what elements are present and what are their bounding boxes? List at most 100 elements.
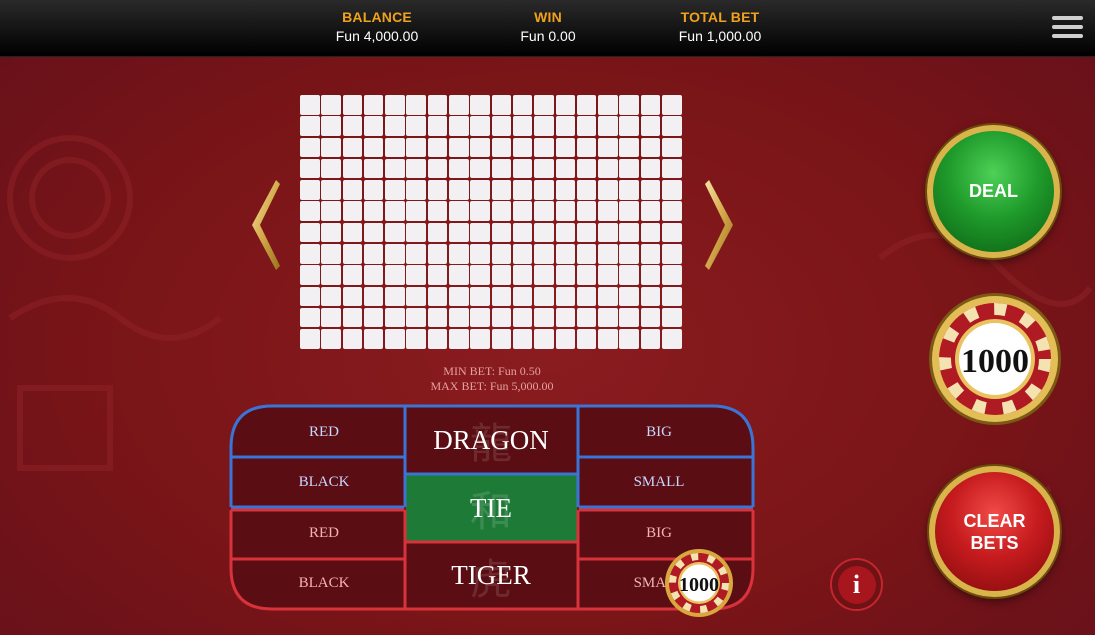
roadmap-cell — [619, 116, 639, 136]
roadmap-cell — [321, 329, 341, 349]
placed-chip[interactable]: 1000 — [664, 548, 734, 623]
roadmap-cell — [555, 222, 576, 243]
roadmap-cell — [555, 116, 576, 136]
roadmap-cell — [342, 137, 363, 158]
roadmap-cell — [470, 116, 490, 136]
roadmap-cell — [640, 180, 661, 200]
roadmap-cell — [662, 180, 682, 200]
balance-stat: BALANCE Fun 4,000.00 — [307, 9, 447, 44]
roadmap-cell — [512, 137, 533, 158]
roadmap-cell — [321, 307, 341, 328]
bet-tiger[interactable]: TIGER — [407, 543, 575, 607]
roadmap-cell — [662, 329, 682, 349]
roadmap-cell — [300, 180, 320, 200]
roadmap-cell — [385, 116, 405, 136]
roadmap-cell — [619, 307, 639, 328]
roadmap-cell — [491, 222, 512, 243]
roadmap-cell — [640, 307, 661, 328]
roadmap-cell — [449, 222, 469, 243]
roadmap-cell — [449, 265, 469, 285]
bet-tiger-red[interactable]: RED — [239, 509, 409, 557]
roadmap-cell — [300, 158, 320, 179]
roadmap-cell — [406, 158, 426, 179]
roadmap-cell — [491, 158, 512, 179]
roadmap-cell — [342, 265, 363, 285]
roadmap-cell — [640, 286, 661, 307]
roadmap-cell — [342, 244, 363, 264]
roadmap-cell — [342, 95, 363, 115]
roadmap-cell — [385, 180, 405, 200]
roadmap-cell — [534, 116, 554, 136]
roadmap-cell — [512, 180, 533, 200]
roadmap-cell — [321, 137, 341, 158]
bet-dragon-black[interactable]: BLACK — [239, 458, 409, 506]
roadmap-cell — [427, 137, 448, 158]
roadmap-cell — [363, 180, 384, 200]
roadmap-prev-arrow-icon[interactable] — [248, 178, 282, 272]
clear-bets-label-line1: CLEAR — [963, 510, 1026, 531]
roadmap-cell — [300, 307, 320, 328]
hamburger-menu-icon[interactable] — [1052, 16, 1083, 42]
deal-button[interactable]: DEAL — [927, 125, 1060, 258]
roadmap-cell — [619, 329, 639, 349]
roadmap-cell — [662, 244, 682, 264]
roadmap-cell — [491, 286, 512, 307]
bet-dragon-red[interactable]: RED — [239, 408, 409, 456]
roadmap-cell — [491, 137, 512, 158]
roadmap-cell — [300, 222, 320, 243]
roadmap-cell — [321, 180, 341, 200]
roadmap-cell — [406, 244, 426, 264]
min-bet-label: MIN BET: Fun 0.50 — [443, 364, 541, 378]
roadmap-cell — [576, 244, 597, 264]
roadmap-cell — [491, 329, 512, 349]
win-stat: WIN Fun 0.00 — [478, 9, 618, 44]
roadmap-cell — [470, 222, 490, 243]
roadmap-cell — [512, 201, 533, 221]
roadmap-cell — [662, 137, 682, 158]
roadmap-cell — [427, 244, 448, 264]
roadmap-cell — [385, 329, 405, 349]
roadmap-cell — [619, 180, 639, 200]
roadmap-cell — [427, 286, 448, 307]
bet-tie[interactable]: TIE — [407, 476, 575, 540]
roadmap-cell — [512, 265, 533, 285]
roadmap-cell — [491, 244, 512, 264]
roadmap-cell — [555, 158, 576, 179]
roadmap-cell — [470, 307, 490, 328]
roadmap-cell — [512, 158, 533, 179]
bet-dragon[interactable]: DRAGON — [407, 408, 575, 472]
clear-bets-button[interactable]: CLEAR BETS — [929, 466, 1060, 597]
roadmap-cell — [619, 137, 639, 158]
roadmap-next-arrow-icon[interactable] — [703, 178, 737, 272]
info-button[interactable]: i — [830, 558, 883, 611]
roadmap-cell — [534, 265, 554, 285]
roadmap-cell — [427, 222, 448, 243]
roadmap-cell — [363, 222, 384, 243]
roadmap-cell — [427, 116, 448, 136]
roadmap-cell — [449, 201, 469, 221]
roadmap-cell — [300, 95, 320, 115]
chip-selector[interactable]: 1000 — [928, 292, 1062, 431]
roadmap-cell — [385, 286, 405, 307]
roadmap-cell — [640, 244, 661, 264]
roadmap-cell — [385, 265, 405, 285]
roadmap-cell — [406, 265, 426, 285]
roadmap-cell — [491, 307, 512, 328]
roadmap-cell — [598, 307, 618, 328]
roadmap-cell — [342, 286, 363, 307]
bet-tiger-black[interactable]: BLACK — [239, 559, 409, 607]
roadmap-cell — [342, 201, 363, 221]
roadmap-cell — [662, 116, 682, 136]
roadmap-cell — [321, 201, 341, 221]
roadmap-cell — [300, 116, 320, 136]
roadmap-cell — [555, 244, 576, 264]
top-bar: BALANCE Fun 4,000.00 WIN Fun 0.00 TOTAL … — [0, 0, 1095, 57]
roadmap-cell — [555, 329, 576, 349]
roadmap-cell — [512, 222, 533, 243]
bet-dragon-small[interactable]: SMALL — [574, 458, 744, 506]
roadmap-cell — [512, 116, 533, 136]
roadmap-cell — [427, 158, 448, 179]
roadmap-cell — [342, 307, 363, 328]
balance-value: Fun 4,000.00 — [335, 28, 419, 44]
bet-dragon-big[interactable]: BIG — [574, 408, 744, 456]
